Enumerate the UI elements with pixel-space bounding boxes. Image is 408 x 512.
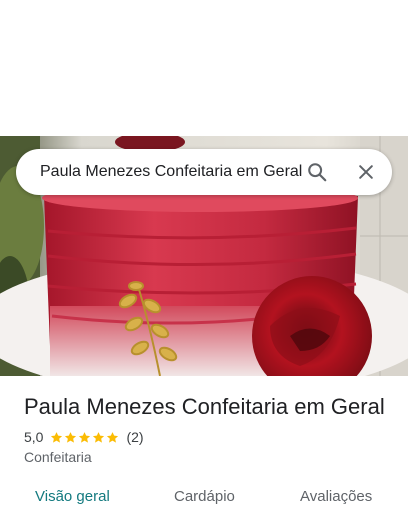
place-tabs: Visão geral Cardápio Avaliações [0,478,408,512]
tab-reviews[interactable]: Avaliações [300,488,372,505]
close-icon [359,165,373,179]
tab-overview[interactable]: Visão geral [35,488,110,505]
star-icon [79,431,91,443]
place-title: Paula Menezes Confeitaria em Geral [24,394,385,419]
rating-row[interactable]: 5,0 (2) [24,428,144,446]
review-count[interactable]: (2) [126,429,143,445]
search-input[interactable]: Paula Menezes Confeitaria em Geral [40,149,302,195]
star-icon [65,431,77,443]
close-button[interactable] [352,158,380,186]
place-category[interactable]: Confeitaria [24,449,92,465]
search-button[interactable] [303,158,331,186]
rating-value: 5,0 [24,429,44,445]
search-bar[interactable]: Paula Menezes Confeitaria em Geral [16,149,392,195]
star-rating [50,431,120,444]
star-icon [51,431,63,443]
star-icon [93,431,105,443]
search-icon [308,163,327,182]
star-icon [107,431,119,443]
tab-menu[interactable]: Cardápio [174,488,235,505]
